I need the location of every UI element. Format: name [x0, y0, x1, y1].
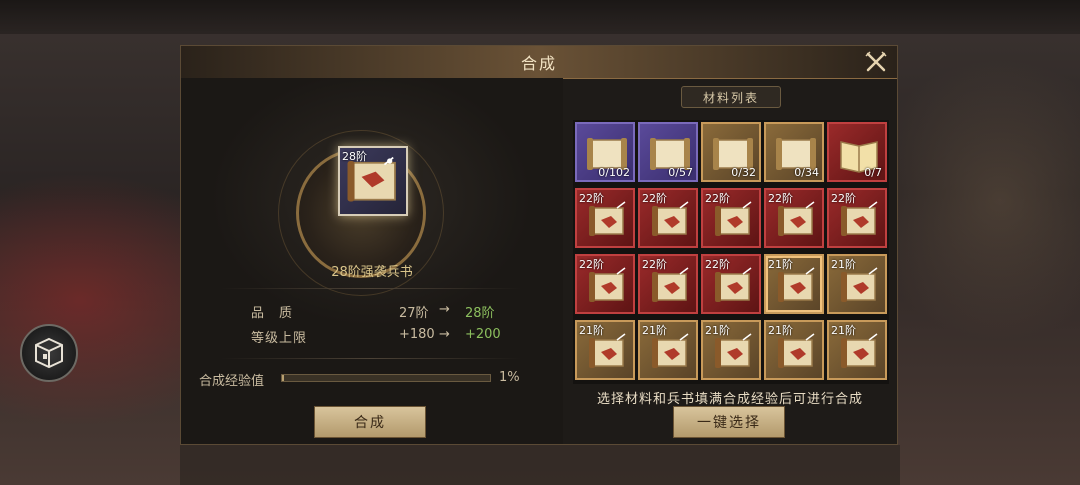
material-tier-badge: 21阶	[831, 324, 856, 337]
material-slot[interactable]: 22阶	[701, 254, 761, 314]
material-slot[interactable]: 21阶	[764, 320, 824, 380]
material-tier-badge: 22阶	[831, 192, 856, 205]
close-icon[interactable]	[865, 51, 887, 73]
material-slot[interactable]: 22阶	[701, 188, 761, 248]
material-count: 0/102	[598, 166, 630, 179]
stat-to: +200	[465, 327, 501, 342]
material-count: 0/32	[731, 166, 756, 179]
material-slot[interactable]: 21阶	[638, 320, 698, 380]
materials-header: 材料列表	[681, 86, 781, 108]
equipment-box-icon	[35, 337, 63, 369]
material-tier-badge: 21阶	[705, 324, 730, 337]
stat-from: 27阶	[399, 306, 429, 321]
material-tier-badge: 22阶	[642, 192, 667, 205]
material-tier-badge: 22阶	[579, 192, 604, 205]
material-tier-badge: 22阶	[642, 258, 667, 271]
result-item[interactable]: 28阶	[338, 146, 408, 216]
synthesize-button[interactable]: 合成	[314, 406, 426, 438]
material-tier-badge: 22阶	[579, 258, 604, 271]
auto-select-button[interactable]: 一键选择	[673, 406, 785, 438]
synthesis-dialog: 合成 28阶 28阶强袭兵书 品 质 27阶 → 28阶 等级上限 +180 →…	[180, 45, 898, 445]
exp-percent: 1%	[499, 370, 520, 385]
material-slot[interactable]: 0/57	[638, 122, 698, 182]
material-count: 0/7	[864, 166, 882, 179]
material-slot[interactable]: 21阶	[575, 320, 635, 380]
top-resource-bar	[0, 0, 1080, 34]
material-slot[interactable]: 0/34	[764, 122, 824, 182]
material-slot[interactable]: 22阶	[575, 254, 635, 314]
material-slot[interactable]: 22阶	[764, 188, 824, 248]
stat-from: +180	[399, 327, 435, 342]
material-count: 0/57	[668, 166, 693, 179]
material-slot[interactable]: 22阶	[638, 188, 698, 248]
dialog-title-bar: 合成	[181, 46, 897, 79]
material-slot[interactable]: 0/32	[701, 122, 761, 182]
material-slot[interactable]: 21阶	[827, 320, 887, 380]
materials-panel: 材料列表 0/102 0/57 0/32 0/34 0/7 22阶 22阶 22阶 22阶 22阶…	[563, 78, 897, 444]
stat-arrow: →	[439, 327, 450, 342]
material-tier-badge: 22阶	[705, 258, 730, 271]
stat-label: 品 质	[251, 306, 294, 321]
material-slot[interactable]: 21阶	[701, 320, 761, 380]
exp-progress-bar	[281, 374, 491, 382]
stat-row-level-cap: 等级上限 +180 → +200	[181, 327, 563, 347]
material-slot[interactable]: 22阶	[827, 188, 887, 248]
result-panel: 28阶 28阶强袭兵书 品 质 27阶 → 28阶 等级上限 +180 → +2…	[181, 78, 563, 444]
materials-hint: 选择材料和兵书填满合成经验后可进行合成	[596, 392, 863, 407]
dialog-title: 合成	[520, 54, 557, 73]
stat-arrow: →	[439, 302, 450, 317]
result-item-name: 28阶强袭兵书	[331, 265, 413, 280]
material-tier-badge: 21阶	[768, 324, 793, 337]
divider	[221, 288, 521, 289]
bottom-background-bar	[180, 445, 900, 485]
material-tier-badge: 21阶	[579, 324, 604, 337]
material-slot[interactable]: 22阶	[638, 254, 698, 314]
equipment-box-button[interactable]	[20, 324, 78, 382]
stat-to: 28阶	[465, 306, 495, 321]
materials-grid: 0/102 0/57 0/32 0/34 0/7 22阶 22阶 22阶 22阶 22阶 22阶 22…	[573, 120, 889, 384]
material-slot[interactable]: 0/7	[827, 122, 887, 182]
scroll-icon	[347, 156, 396, 202]
material-tier-badge: 21阶	[642, 324, 667, 337]
material-tier-badge: 22阶	[768, 192, 793, 205]
material-slot[interactable]: 0/102	[575, 122, 635, 182]
exp-progress-fill	[282, 375, 285, 381]
divider	[221, 358, 521, 359]
stat-label: 等级上限	[251, 331, 308, 346]
exp-label: 合成经验值	[199, 374, 265, 389]
material-slot[interactable]: 21阶	[827, 254, 887, 314]
material-slot[interactable]: 21阶	[764, 254, 824, 314]
stat-row-quality: 品 质 27阶 → 28阶	[181, 302, 563, 322]
material-count: 0/34	[794, 166, 819, 179]
material-slot[interactable]: 22阶	[575, 188, 635, 248]
material-tier-badge: 21阶	[831, 258, 856, 271]
material-tier-badge: 21阶	[768, 258, 793, 271]
material-tier-badge: 22阶	[705, 192, 730, 205]
